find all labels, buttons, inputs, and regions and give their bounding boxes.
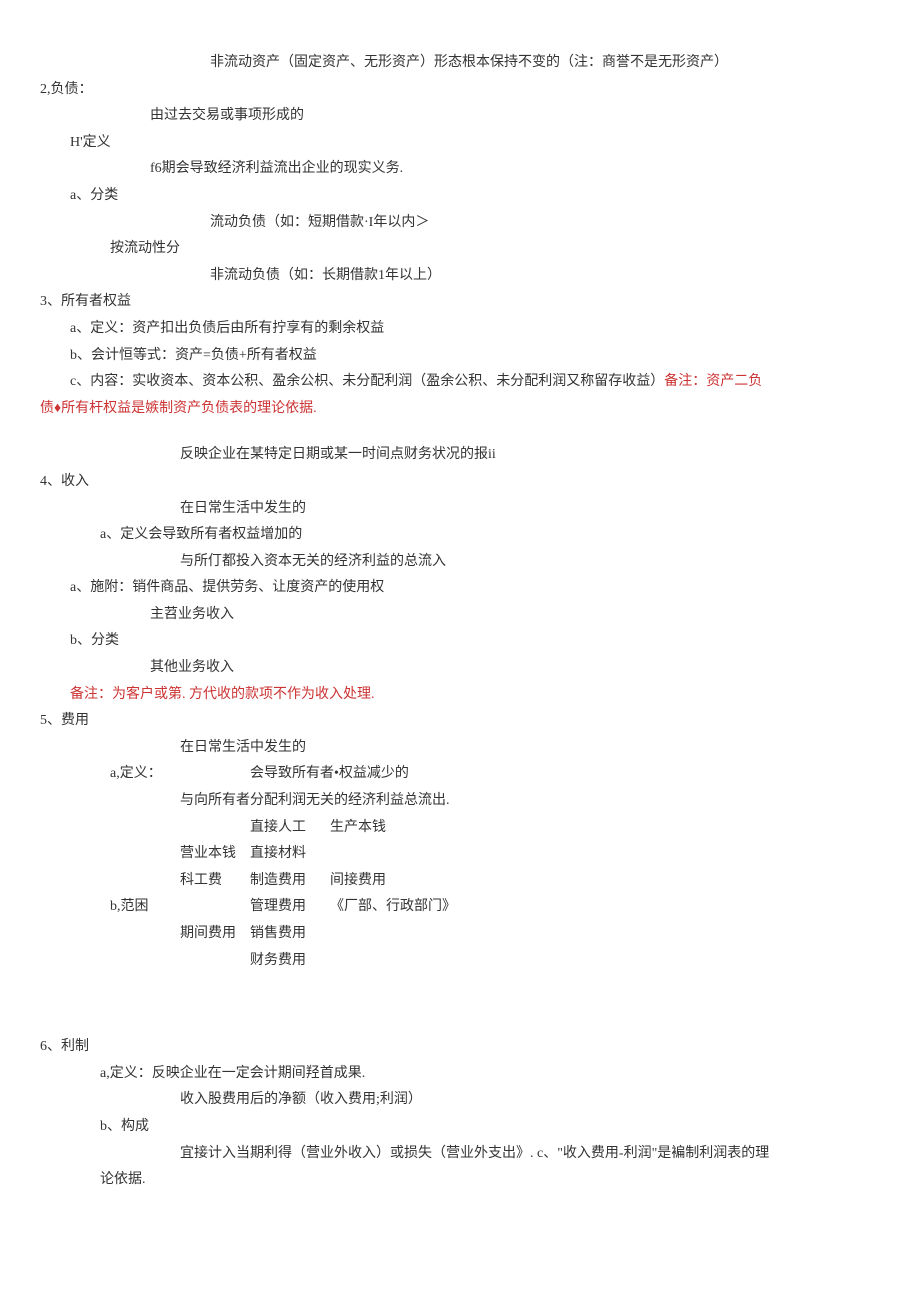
text-line: 收入股费用后的净额（收入费用;利润） [180, 1087, 880, 1114]
text-block: c、内容：实收资本、资本公积、盈余公枳、未分配利润（盈余公积、未分配利润又称留存… [70, 369, 880, 396]
note-red: 备注：资产二负 [664, 374, 762, 389]
text-line: 论依据. [100, 1167, 880, 1194]
row-cell: 财务费用 [250, 948, 330, 975]
text-line: a、施附：销件商品、提供劳务、让度资产的使用权 [70, 575, 880, 602]
text-line: H'定义 [70, 130, 880, 157]
section-heading: 6、利制 [40, 1034, 880, 1061]
row-cell: 生产本钱 [330, 815, 386, 842]
text-line: 其他业务收入 [150, 655, 880, 682]
row-label: a,定义： [110, 761, 180, 788]
spacer [40, 422, 880, 442]
text-line: 非流动负债（如：长期借款1年以上） [210, 263, 880, 290]
table-row: 直接人工 生产本钱 [110, 815, 880, 842]
text-line: 反映企业在某特定日期或某一时间点财务状况的报ii [180, 442, 880, 469]
row-cell [110, 948, 180, 975]
row-cell: 期间费用 [180, 921, 250, 948]
row-cell: 销售费用 [250, 921, 330, 948]
text-row: a,定义： 会导致所有者•权益减少的 [110, 761, 880, 788]
row-cell: 会导致所有者•权益减少的 [250, 761, 409, 788]
section-heading: 5、费用 [40, 708, 880, 735]
table-row: b,范困 管理费用 《厂部、行政部门》 [110, 894, 880, 921]
text-line: a、定义：资产扣出负债后由所有拧享有的剩余权益 [70, 316, 880, 343]
table-row: 财务费用 [110, 948, 880, 975]
text-line: 宜接计入当期利得（营业外收入）或损失（营业外支出》. c、"收入费用-利润"是褊… [180, 1141, 880, 1168]
text-line: 主苕业务收入 [150, 602, 880, 629]
table-row: 期间费用 销售费用 [110, 921, 880, 948]
text-line: 在日常生活中发生的 [180, 735, 880, 762]
row-cell [180, 761, 250, 788]
text-line: b、构成 [100, 1114, 880, 1141]
text-line: 与所仃都投入资本无关的经济利益的总流入 [180, 549, 880, 576]
text-line: a、定义会导致所有者权益增加的 [100, 522, 880, 549]
text-line: a,定义：反映企业在一定会计期间羟首成果. [100, 1061, 880, 1088]
table-row: 营业本钱 直接材料 [110, 841, 880, 868]
note-red: 备注：为客户或第. 方代收的款项不作为收入处理. [70, 687, 375, 702]
row-cell: 《厂部、行政部门》 [330, 894, 456, 921]
text-line: 在日常生活中发生的 [180, 496, 880, 523]
row-cell: 间接费用 [330, 868, 386, 895]
row-cell [110, 841, 180, 868]
row-cell [180, 948, 250, 975]
text-line: 与向所有者分配利润无关的经济利益总流出. [180, 788, 880, 815]
row-cell [180, 815, 250, 842]
row-cell [110, 868, 180, 895]
row-cell: 营业本钱 [180, 841, 250, 868]
row-cell [110, 921, 180, 948]
text-line: f6期会导致经济利益流出企业的现实义务. [150, 156, 880, 183]
text-line: b、会计恒等式：资产=负债+所有者权益 [70, 343, 880, 370]
text-span: c、内容：实收资本、资本公积、盈余公枳、未分配利润（盈余公积、未分配利润又称留存… [70, 374, 664, 389]
row-cell [110, 815, 180, 842]
spacer [40, 974, 880, 1034]
section-heading: 3、所有者权益 [40, 289, 880, 316]
row-cell: 科工费 [180, 868, 250, 895]
table-row: 科工费 制造费用 间接费用 [110, 868, 880, 895]
row-cell: 制造费用 [250, 868, 330, 895]
text-line: 非流动资产（固定资产、无形资产）形态根本保持不变的（注：商誉不是无形资产） [210, 50, 880, 77]
section-heading: 4、收入 [40, 469, 880, 496]
section-heading: 2,负债： [40, 77, 880, 104]
row-cell [180, 894, 250, 921]
text-line: a、分类 [70, 183, 880, 210]
row-label: b,范困 [110, 894, 180, 921]
note-red: 债♦所有杆权益是嫉制资产负债表的理论依据. [40, 401, 317, 416]
text-line: b、分类 [70, 628, 880, 655]
text-line: 按流动性分 [110, 236, 880, 263]
row-cell: 直接人工 [250, 815, 330, 842]
text-line: 流动负债（如：短期借款·I年以内＞ [210, 210, 880, 237]
row-cell: 管理费用 [250, 894, 330, 921]
text-line: 由过去交易或事项形成的 [150, 103, 880, 130]
row-cell: 直接材料 [250, 841, 330, 868]
